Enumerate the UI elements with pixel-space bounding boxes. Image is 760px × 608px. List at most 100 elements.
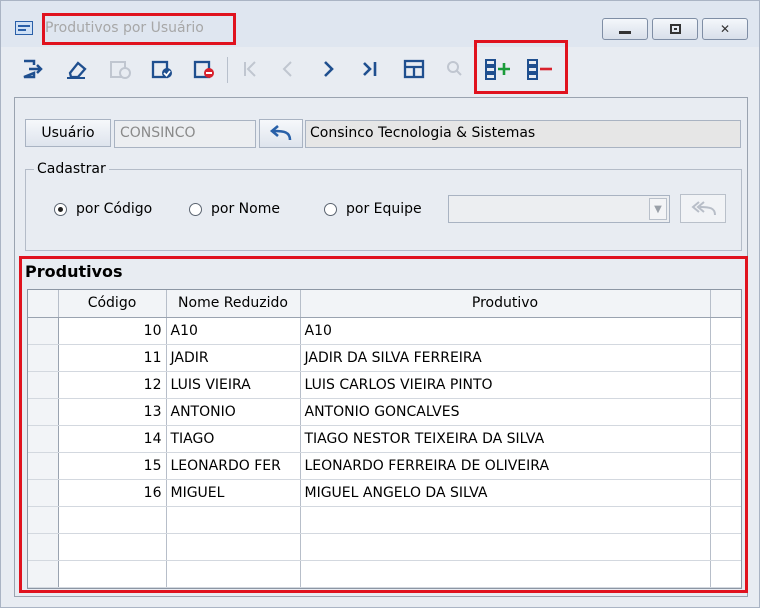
close-button[interactable]: ✕ — [702, 18, 748, 40]
new-record-button[interactable] — [103, 53, 137, 85]
cell-nome-reduzido[interactable] — [166, 560, 301, 588]
equipe-select[interactable]: ▼ — [448, 195, 670, 223]
search-icon — [447, 61, 462, 76]
cell-nome-reduzido[interactable]: TIAGO — [166, 425, 301, 453]
cell-extra — [710, 479, 741, 507]
cell-nome-reduzido[interactable] — [166, 506, 301, 534]
cell-extra — [710, 344, 741, 372]
first-record-button[interactable] — [233, 53, 267, 85]
table-body: 10 A10 A10 11 JADIR JADIR DA SILVA FERREIRA 12… — [28, 317, 741, 588]
cell-codigo[interactable]: 13 — [58, 398, 167, 426]
eraser-icon — [67, 61, 87, 79]
row-indicator[interactable] — [28, 317, 59, 345]
cell-codigo[interactable]: 16 — [58, 479, 167, 507]
delete-button[interactable] — [187, 53, 221, 85]
cell-produtivo[interactable]: LUIS CARLOS VIEIRA PINTO — [300, 371, 711, 399]
exit-icon — [23, 59, 43, 79]
column-header-codigo[interactable]: Código — [58, 290, 167, 318]
table-row[interactable]: 14 TIAGO TIAGO NESTOR TEIXEIRA DA SILVA — [28, 425, 741, 453]
table-row[interactable]: 15 LEONARDO FER LEONARDO FERREIRA DE OLIVE… — [28, 452, 741, 480]
row-indicator[interactable] — [28, 371, 59, 399]
next-record-icon — [324, 61, 334, 77]
search-button[interactable] — [437, 53, 471, 85]
previous-record-button[interactable] — [271, 53, 305, 85]
cell-nome-reduzido[interactable]: LEONARDO FER — [166, 452, 301, 480]
cell-codigo[interactable] — [58, 560, 167, 588]
table-row[interactable]: 10 A10 A10 — [28, 317, 741, 345]
last-record-button[interactable] — [353, 53, 387, 85]
table-row[interactable] — [28, 506, 741, 534]
radio-por-codigo[interactable]: por Código — [54, 201, 152, 217]
toolbar-separator — [227, 57, 228, 83]
grid-view-button[interactable] — [397, 53, 431, 85]
eraser-button[interactable] — [59, 53, 93, 85]
table-row[interactable]: 16 MIGUEL MIGUEL ANGELO DA SILVA — [28, 479, 741, 507]
chevron-down-icon[interactable]: ▼ — [649, 198, 667, 220]
column-header-produtivo[interactable]: Produtivo — [300, 290, 711, 318]
cell-codigo[interactable]: 15 — [58, 452, 167, 480]
close-icon: ✕ — [719, 22, 731, 36]
user-button[interactable]: Usuário — [25, 119, 111, 147]
cell-produtivo[interactable]: MIGUEL ANGELO DA SILVA — [300, 479, 711, 507]
save-button[interactable] — [145, 53, 179, 85]
row-buttons-highlight — [474, 40, 568, 94]
minimize-button[interactable] — [602, 18, 648, 40]
first-record-icon — [244, 61, 256, 77]
row-indicator[interactable] — [28, 344, 59, 372]
cell-produtivo[interactable]: TIAGO NESTOR TEIXEIRA DA SILVA — [300, 425, 711, 453]
row-indicator[interactable] — [28, 506, 59, 534]
cell-extra — [710, 425, 741, 453]
row-indicator[interactable] — [28, 560, 59, 588]
radio-label: por Equipe — [346, 201, 422, 217]
cell-nome-reduzido[interactable] — [166, 533, 301, 561]
company-name-field: Consinco Tecnologia & Sistemas — [305, 120, 741, 148]
cell-codigo[interactable]: 10 — [58, 317, 167, 345]
table-row[interactable]: 12 LUIS VIEIRA LUIS CARLOS VIEIRA PINTO — [28, 371, 741, 399]
return-arrow-icon — [269, 124, 292, 140]
column-header-nome-reduzido[interactable]: Nome Reduzido — [166, 290, 301, 318]
row-indicator[interactable] — [28, 452, 59, 480]
row-indicator[interactable] — [28, 425, 59, 453]
table-row[interactable]: 11 JADIR JADIR DA SILVA FERREIRA — [28, 344, 741, 372]
table-row[interactable] — [28, 560, 741, 588]
cell-codigo[interactable] — [58, 506, 167, 534]
cell-produtivo[interactable] — [300, 533, 711, 561]
cell-codigo[interactable] — [58, 533, 167, 561]
radio-label: por Nome — [211, 201, 280, 217]
cell-codigo[interactable]: 14 — [58, 425, 167, 453]
cell-nome-reduzido[interactable]: JADIR — [166, 344, 301, 372]
cell-produtivo[interactable] — [300, 506, 711, 534]
new-record-icon — [110, 61, 131, 79]
radio-por-equipe[interactable]: por Equipe — [324, 201, 422, 217]
user-code-field[interactable]: CONSINCO — [114, 120, 256, 148]
row-indicator[interactable] — [28, 533, 59, 561]
table-row[interactable]: 13 ANTONIO ANTONIO GONCALVES — [28, 398, 741, 426]
next-record-button[interactable] — [311, 53, 345, 85]
radio-label: por Código — [76, 201, 153, 217]
cell-codigo[interactable]: 11 — [58, 344, 167, 372]
row-indicator[interactable] — [28, 398, 59, 426]
table-row[interactable] — [28, 533, 741, 561]
insert-all-button[interactable] — [680, 194, 726, 223]
cell-produtivo[interactable]: LEONARDO FERREIRA DE OLIVEIRA — [300, 452, 711, 480]
cell-extra — [710, 452, 741, 480]
radio-selected-icon — [54, 202, 67, 216]
cell-produtivo[interactable] — [300, 560, 711, 588]
double-return-arrow-icon — [691, 200, 716, 215]
cell-nome-reduzido[interactable]: A10 — [166, 317, 301, 345]
delete-icon — [193, 60, 214, 79]
maximize-button[interactable] — [652, 18, 698, 40]
cell-produtivo[interactable]: A10 — [300, 317, 711, 345]
cell-nome-reduzido[interactable]: ANTONIO — [166, 398, 301, 426]
radio-por-nome[interactable]: por Nome — [189, 201, 280, 217]
row-indicator[interactable] — [28, 479, 59, 507]
cell-produtivo[interactable]: ANTONIO GONCALVES — [300, 398, 711, 426]
cell-nome-reduzido[interactable]: LUIS VIEIRA — [166, 371, 301, 399]
exit-button[interactable] — [15, 53, 49, 85]
return-button[interactable] — [259, 119, 303, 148]
cell-produtivo[interactable]: JADIR DA SILVA FERREIRA — [300, 344, 711, 372]
cell-extra — [710, 398, 741, 426]
cell-codigo[interactable]: 12 — [58, 371, 167, 399]
produtivos-grid[interactable]: Código Nome Reduzido Produtivo 10 A10 A10 1… — [27, 289, 742, 589]
cell-nome-reduzido[interactable]: MIGUEL — [166, 479, 301, 507]
